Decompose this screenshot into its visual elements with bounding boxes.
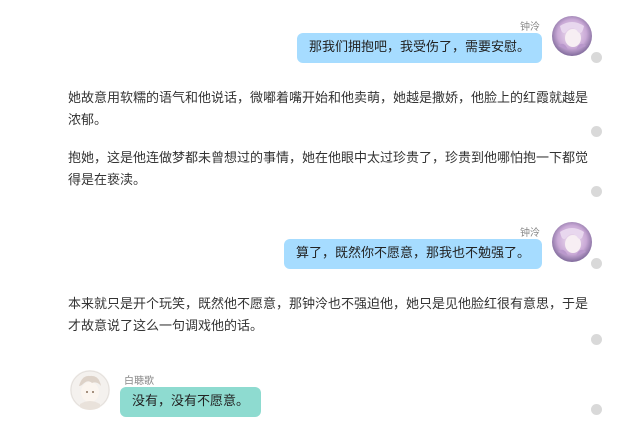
scrollbar[interactable] — [632, 0, 640, 424]
narration-text: 本来就只是开个玩笑，既然他不愿意，那钟泠也不强迫他，她只是见他脸红很有意思，于是… — [68, 297, 589, 334]
boy-avatar[interactable] — [70, 370, 110, 410]
menu-dot-icon[interactable] — [591, 334, 602, 345]
chat-bubble-left: 没有，没有不愿意。 — [120, 387, 262, 417]
narration-text: 她故意用软糯的语气和他说话，微嘟着嘴开始和他卖萌，她越是撒娇，他脸上的红霞就越是… — [68, 91, 589, 128]
menu-dot-icon[interactable] — [591, 126, 602, 137]
narration-text: 抱她，这是他连做梦都未曾想过的事情，她在他眼中太过珍贵了，珍贵到他哪怕抱一下都觉… — [68, 151, 589, 188]
menu-dot-icon[interactable] — [591, 186, 602, 197]
chat-bubble-right: 那我们拥抱吧，我受伤了，需要安慰。 — [296, 33, 542, 63]
girl-avatar[interactable] — [552, 16, 592, 56]
sender-name: 白聴歌 — [124, 376, 154, 387]
chat-bubble-right: 算了，既然你不愿意，那我也不勉强了。 — [283, 239, 542, 269]
sender-name: 钟泠 — [520, 228, 540, 239]
menu-dot-icon[interactable] — [591, 258, 602, 269]
menu-dot-icon[interactable] — [591, 52, 602, 63]
menu-dot-icon[interactable] — [591, 404, 602, 415]
chat-story-page: 钟泠 那我们拥抱吧，我受伤了，需要安慰。 她故意用软糯的语气和他说话，微嘟着嘴开… — [0, 0, 640, 424]
girl-avatar[interactable] — [552, 222, 592, 262]
sender-name: 钟泠 — [520, 22, 540, 33]
